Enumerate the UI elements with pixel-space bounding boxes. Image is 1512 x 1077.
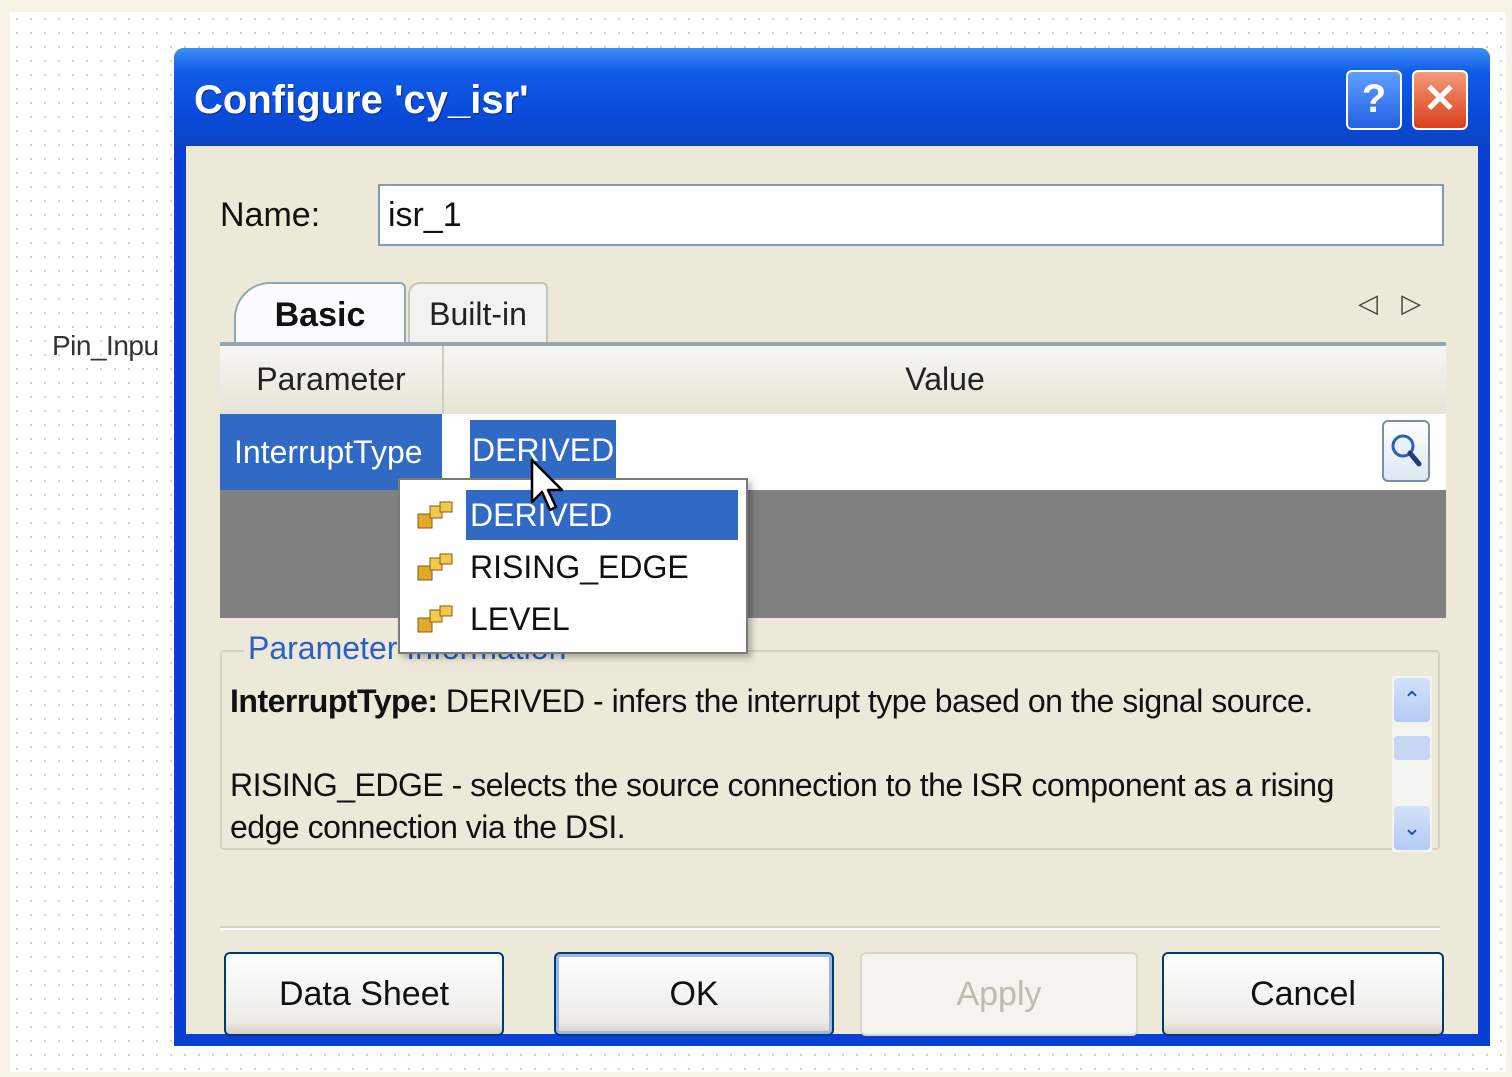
scroll-down-icon[interactable]: ⌄ (1394, 806, 1430, 850)
dropdown-option[interactable]: LEVEL (408, 594, 738, 644)
close-button[interactable]: ✕ (1412, 70, 1468, 130)
value-dropdown-list[interactable]: DERIVED RISING_EDGE LEVEL (398, 478, 748, 654)
dialog-title: Configure 'cy_isr' (194, 78, 529, 122)
tab-basic[interactable]: Basic (234, 282, 406, 346)
title-bar[interactable]: Configure 'cy_isr' ? ✕ (174, 48, 1490, 146)
cancel-button[interactable]: Cancel (1162, 952, 1444, 1036)
dialog-body: Name: isr_1 Basic Built-in ◁ ▷ Parameter… (186, 146, 1478, 1036)
grid-header: Parameter Value (220, 346, 1446, 414)
magnifier-icon[interactable] (1382, 420, 1430, 482)
parameter-info-text: InterruptType: DERIVED - infers the inte… (230, 680, 1350, 848)
component-icon (417, 501, 453, 529)
info-line-2: RISING_EDGE - selects the source connect… (230, 767, 1334, 845)
tab-built-in[interactable]: Built-in (408, 282, 548, 344)
dropdown-option[interactable]: RISING_EDGE (408, 542, 738, 592)
button-divider (220, 926, 1440, 930)
column-header-parameter[interactable]: Parameter (220, 346, 444, 414)
pin-input-label: Pin_Inpu (52, 330, 159, 361)
mouse-cursor-icon (530, 458, 564, 512)
dropdown-option-label: RISING_EDGE (470, 549, 689, 585)
info-term: InterruptType: (230, 683, 438, 719)
data-sheet-button[interactable]: Data Sheet (224, 952, 504, 1036)
name-label: Name: (220, 196, 321, 234)
info-scrollbar[interactable]: ⌃ ⌄ (1392, 676, 1432, 852)
scroll-up-icon[interactable]: ⌃ (1394, 678, 1430, 722)
component-icon (417, 553, 453, 581)
configure-dialog: Configure 'cy_isr' ? ✕ Name: isr_1 Basic… (174, 48, 1490, 1046)
component-icon (417, 605, 453, 633)
apply-button[interactable]: Apply (860, 952, 1138, 1036)
help-button[interactable]: ? (1346, 70, 1402, 130)
tab-scroll-arrows[interactable]: ◁ ▷ (1358, 288, 1429, 319)
dropdown-option-label: DERIVED (465, 489, 739, 541)
ok-button[interactable]: OK (554, 952, 834, 1036)
column-header-value[interactable]: Value (444, 346, 1446, 414)
info-line-1: DERIVED - infers the interrupt type base… (445, 683, 1313, 719)
name-input[interactable]: isr_1 (378, 184, 1444, 246)
scroll-thumb[interactable] (1394, 736, 1430, 760)
dropdown-option[interactable]: DERIVED (408, 489, 739, 541)
dropdown-option-label: LEVEL (470, 601, 570, 637)
